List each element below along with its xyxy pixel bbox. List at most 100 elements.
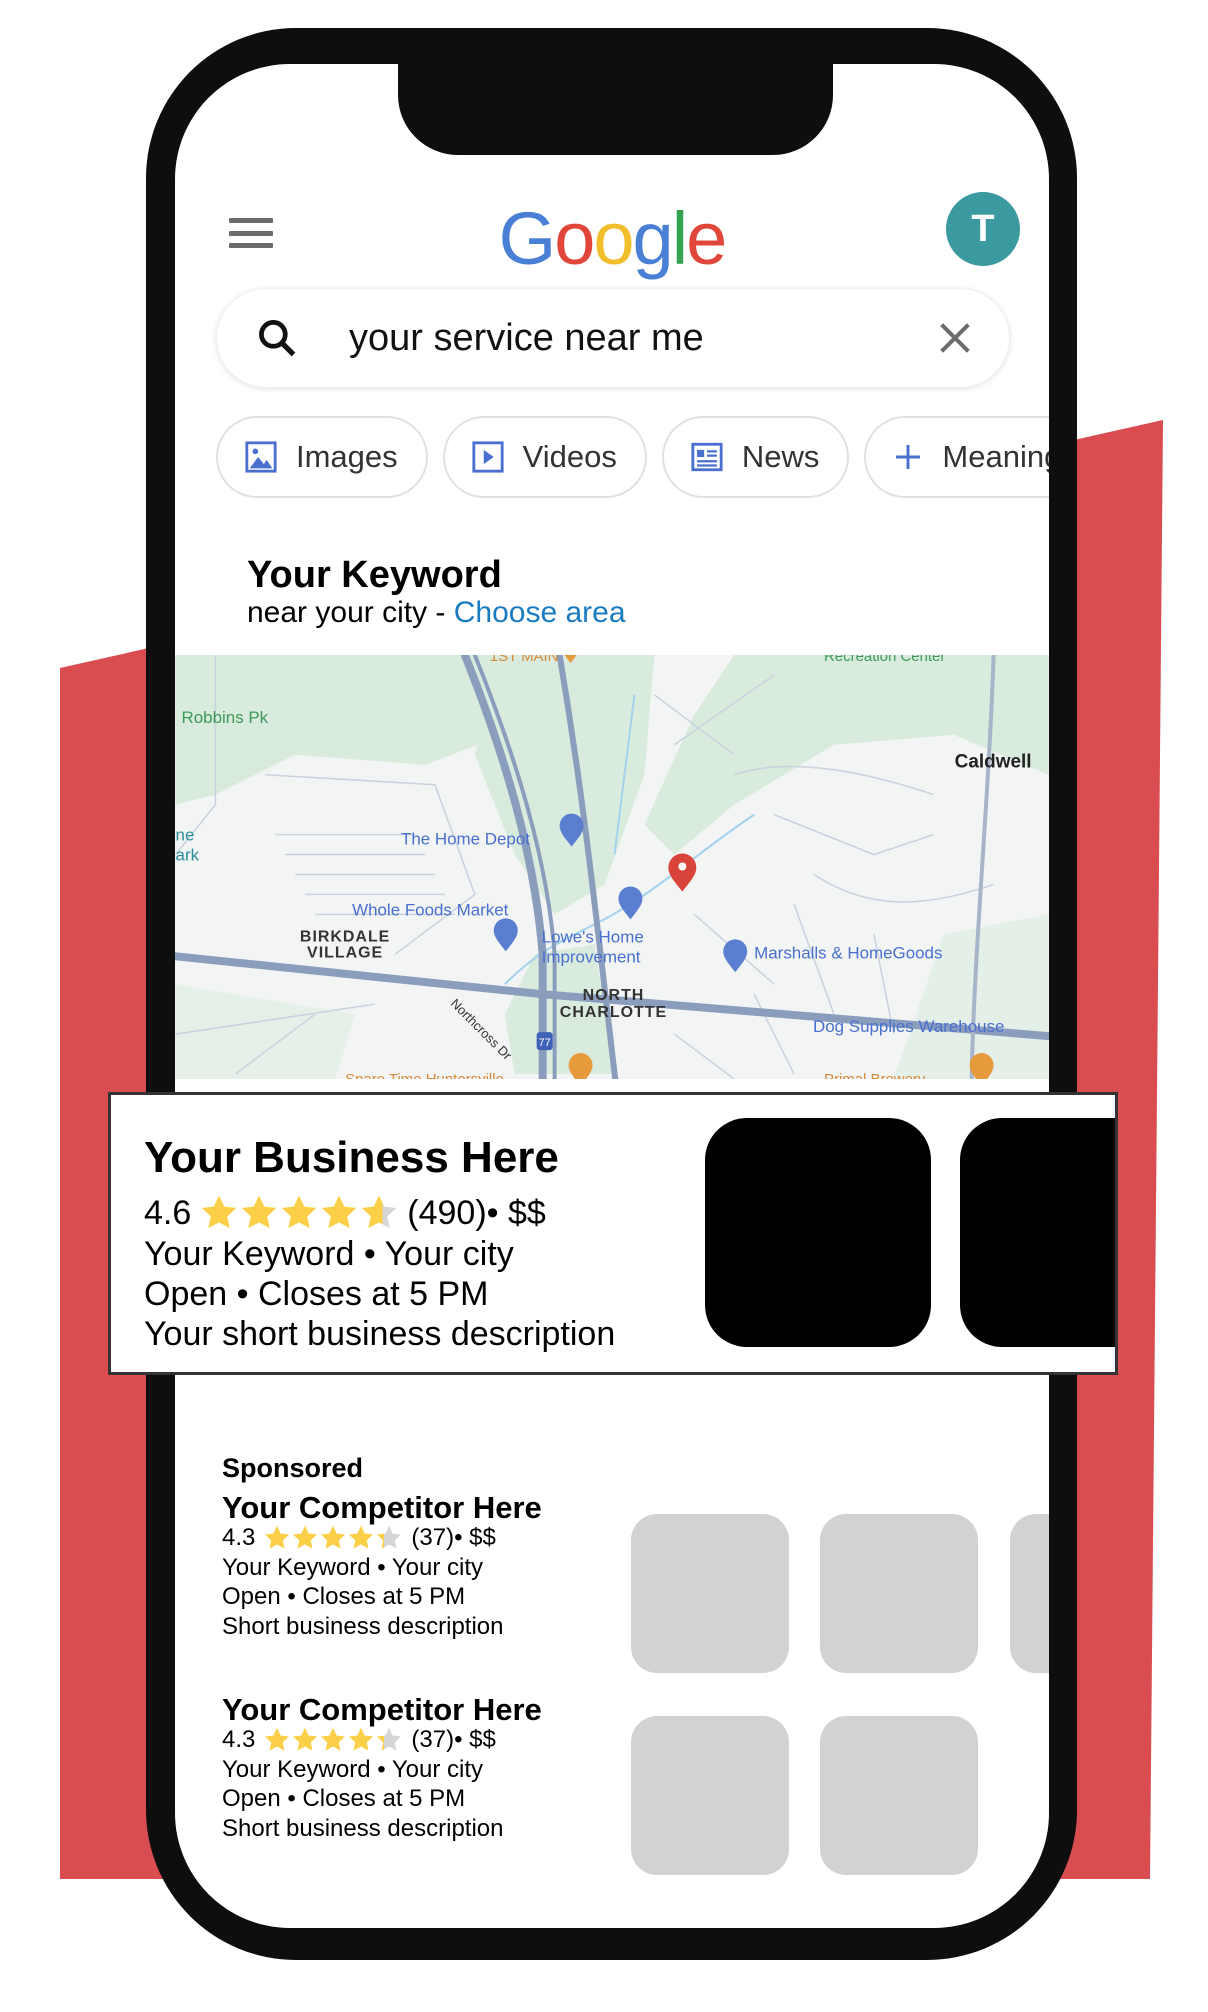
search-icon[interactable] (255, 316, 299, 360)
star-rating-icon (263, 1524, 403, 1552)
business-rating: 4.6 (490) • $$ (144, 1193, 546, 1233)
chip-label: News (741, 439, 820, 474)
photo-placeholder[interactable] (820, 1514, 978, 1673)
map-label: ne (176, 826, 195, 845)
phone-notch (398, 64, 833, 155)
chip-label: Meaning (942, 439, 1049, 474)
star-rating-icon (199, 1193, 399, 1233)
sponsored-label: Sponsored (222, 1453, 364, 1483)
chip-meaning[interactable]: Meaning (864, 416, 1049, 498)
star-rating-icon (263, 1726, 403, 1754)
competitor-description: Short business description (222, 1815, 504, 1842)
phone-frame: Google T your service near me Images Vid… (146, 28, 1077, 1960)
price-level: • $$ (486, 1193, 546, 1232)
map-pin-icon (618, 886, 643, 920)
competitor-hours: Open • Closes at 5 PM (222, 1583, 466, 1610)
map-label: NORTH (583, 987, 645, 1004)
competitor-description: Short business description (222, 1613, 504, 1640)
phone-screen: Google T your service near me Images Vid… (175, 64, 1049, 1928)
star-icon (377, 1727, 402, 1751)
business-hours: Open • Closes at 5 PM (144, 1275, 489, 1313)
photo-placeholder[interactable] (820, 1716, 978, 1875)
map-pin-icon (723, 939, 748, 973)
filter-chips: Images Videos News Meaning (216, 416, 1049, 498)
competitor-rating: 4.3 (37) • $$ (222, 1524, 496, 1552)
competitor-rating: 4.3 (37) • $$ (222, 1726, 496, 1754)
close-icon[interactable] (935, 318, 975, 358)
review-count: (37) (411, 1726, 455, 1753)
star-icon (202, 1195, 237, 1229)
play-icon (472, 441, 504, 473)
results-subtitle: near your city - Choose area (247, 596, 626, 630)
price-level: • $$ (454, 1524, 496, 1551)
business-category: Your Keyword • Your city (144, 1235, 514, 1273)
news-icon (691, 442, 723, 472)
map-label: Spare Time Huntersville (345, 1071, 504, 1079)
results-title: Your Keyword (247, 554, 502, 596)
competitor-hours: Open • Closes at 5 PM (222, 1785, 466, 1812)
competitor-name[interactable]: Your Competitor Here (222, 1490, 542, 1526)
map-label: Dog Supplies Warehouse (813, 1017, 1004, 1036)
rating-value: 4.3 (222, 1524, 256, 1551)
choose-area-link[interactable]: Choose area (454, 596, 626, 629)
subtitle-text: near your city - (247, 596, 454, 629)
chip-news[interactable]: News (661, 416, 850, 498)
map-label: Whole Foods Market (352, 900, 509, 919)
search-bar[interactable]: your service near me (216, 288, 1010, 388)
search-input[interactable]: your service near me (349, 317, 935, 360)
map-label: Robbins Pk (182, 708, 269, 727)
photo-placeholder[interactable] (631, 1716, 789, 1875)
chip-label: Images (296, 439, 398, 474)
rating-value: 4.3 (222, 1726, 256, 1753)
competitor-name[interactable]: Your Competitor Here (222, 1692, 542, 1728)
review-count: (37) (411, 1524, 455, 1551)
star-icon (265, 1525, 290, 1549)
featured-business-card[interactable]: Your Business Here 4.6 (490) • $$ Your Ke… (108, 1092, 1118, 1375)
price-level: • $$ (454, 1726, 496, 1753)
restaurant-pin-icon (568, 1053, 593, 1086)
star-icon (362, 1195, 397, 1229)
map-label: Marshalls & HomeGoods (754, 943, 942, 962)
map-label: Improvement (542, 947, 641, 966)
business-name[interactable]: Your Business Here (144, 1133, 559, 1183)
map-label: 77 (539, 1037, 551, 1049)
google-logo: Google (498, 197, 728, 280)
business-description: Your short business description (144, 1315, 616, 1353)
map-label: Recreation Center (824, 655, 945, 665)
competitor-category: Your Keyword • Your city (222, 1756, 483, 1783)
location-pin-icon (668, 853, 697, 892)
photo-placeholder[interactable] (1010, 1514, 1049, 1673)
image-icon (245, 441, 277, 473)
star-icon (321, 1525, 346, 1549)
map-label: VILLAGE (307, 944, 383, 961)
map-label: CHARLOTTE (560, 1004, 667, 1021)
star-icon (282, 1195, 317, 1229)
map-label: Northcross Dr (448, 996, 516, 1064)
business-photo[interactable] (705, 1118, 931, 1347)
star-icon (349, 1525, 374, 1549)
star-icon (321, 1727, 346, 1751)
map[interactable]: 1ST MAIN Recreation Center Robbins Pk Ca… (175, 636, 1049, 1088)
plus-icon (896, 445, 921, 469)
map-label: BIRKDALE (300, 928, 390, 945)
map-pin-icon (493, 918, 518, 952)
chip-images[interactable]: Images (216, 416, 428, 498)
competitor-category: Your Keyword • Your city (222, 1554, 483, 1581)
map-label: ark (176, 846, 200, 865)
star-icon (293, 1727, 318, 1751)
review-count: (490) (407, 1193, 487, 1232)
chip-videos[interactable]: Videos (442, 416, 647, 498)
map-label: 1ST MAIN (490, 655, 559, 665)
photo-placeholder[interactable] (631, 1514, 789, 1673)
business-photo[interactable] (960, 1118, 1115, 1347)
map-label: Lowe's Home (542, 927, 644, 946)
rating-value: 4.6 (144, 1193, 192, 1232)
avatar[interactable]: T (946, 192, 1020, 266)
star-icon (322, 1195, 357, 1229)
map-label: Caldwell (955, 752, 1032, 773)
star-icon (293, 1525, 318, 1549)
star-icon (242, 1195, 277, 1229)
star-icon (377, 1525, 402, 1549)
map-label: The Home Depot (401, 830, 530, 849)
star-icon (265, 1727, 290, 1751)
